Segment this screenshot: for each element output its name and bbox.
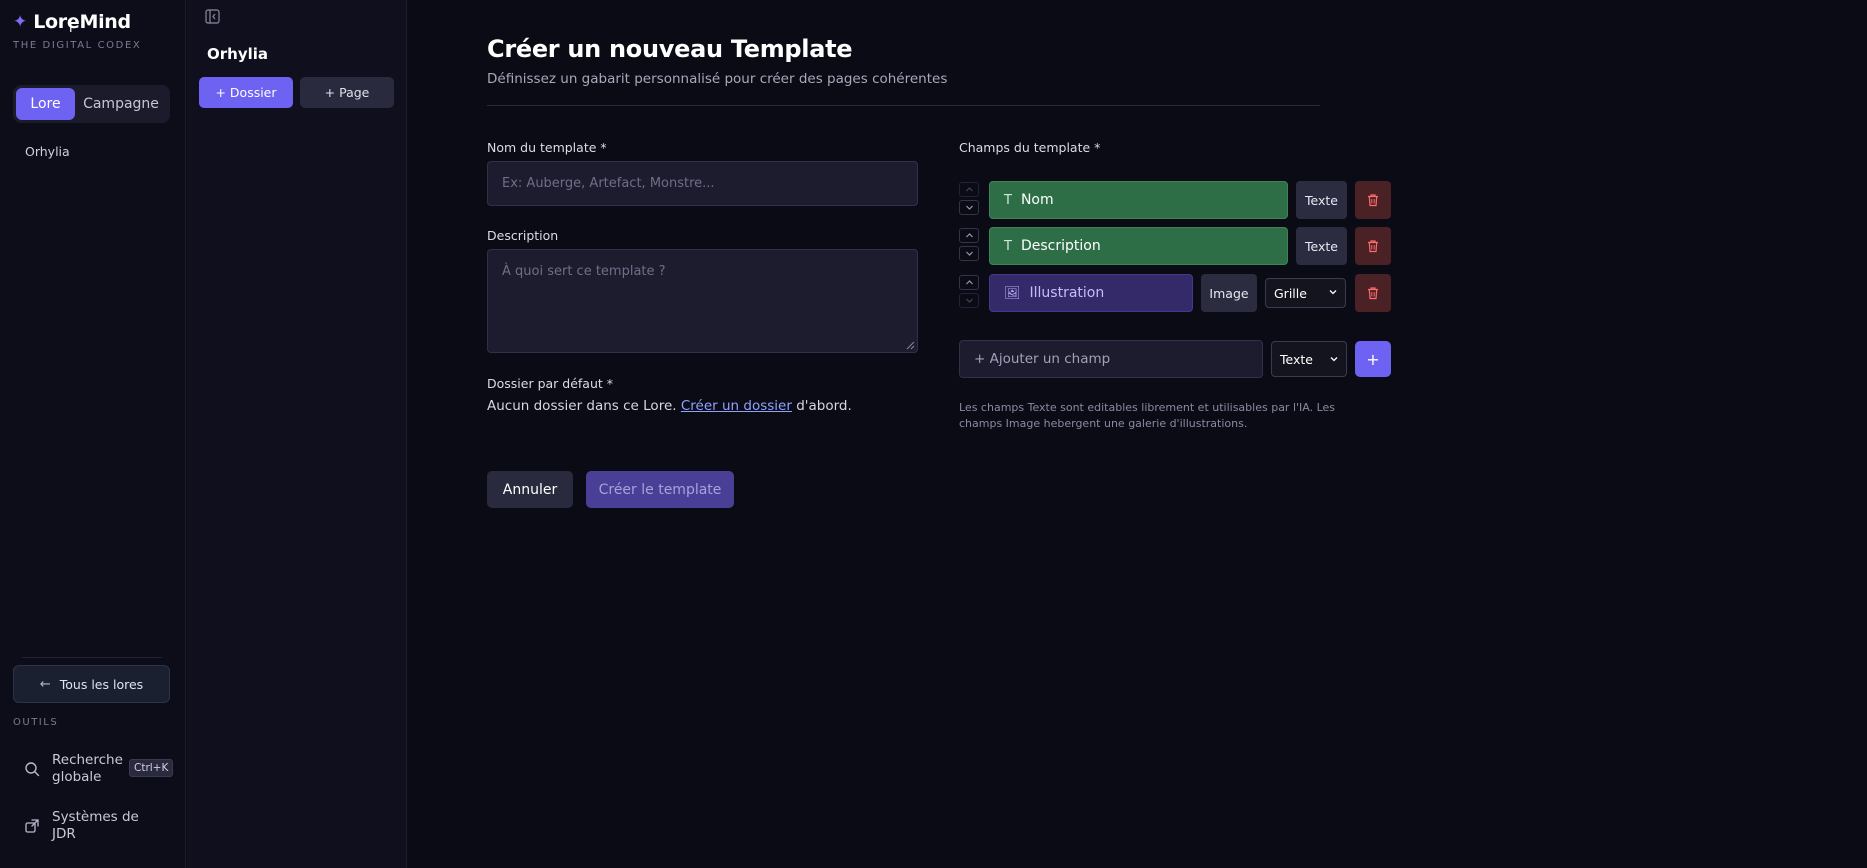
add-field-type-select[interactable]: Texte xyxy=(1271,341,1347,377)
field-illustration[interactable]: 🖼 Illustration xyxy=(989,274,1193,312)
search-icon xyxy=(25,762,40,777)
sparkle-icon: ✦ xyxy=(13,11,28,32)
all-lores-label: Tous les lores xyxy=(59,676,144,692)
app-tagline: THE DIGITAL CODEX xyxy=(13,40,142,51)
app-sidebar: ✦ LoreMind THE DIGITAL CODEX Lore Campag… xyxy=(0,0,186,868)
page-title: Créer un nouveau Template xyxy=(487,35,853,63)
global-search-label: Recherche globale xyxy=(52,752,123,786)
chevron-down-icon xyxy=(965,298,973,303)
chevron-down-icon xyxy=(1330,357,1338,362)
image-layout-value: Grille xyxy=(1274,285,1307,301)
no-folder-text: Aucun dossier dans ce Lore. xyxy=(487,398,677,414)
field-reorder-controls xyxy=(959,228,979,264)
mode-switch: Lore Campagne xyxy=(13,85,170,123)
move-down-button[interactable] xyxy=(959,200,979,215)
create-folder-link[interactable]: Créer un dossier xyxy=(681,398,792,414)
field-nom-type-button[interactable]: Texte xyxy=(1296,181,1347,219)
tab-lore[interactable]: Lore xyxy=(16,88,75,120)
template-name-placeholder: Ex: Auberge, Artefact, Monstre... xyxy=(502,176,715,191)
chevron-up-icon xyxy=(965,233,973,238)
move-up-button[interactable] xyxy=(959,228,979,243)
no-folder-message: Aucun dossier dans ce Lore. Créer un dos… xyxy=(487,398,852,414)
text-cursor-icon: I xyxy=(69,21,73,35)
template-name-label: Nom du template * xyxy=(487,140,607,155)
no-folder-text-after: d'abord. xyxy=(796,398,852,414)
global-search-label-line2: globale xyxy=(52,769,102,785)
text-t-icon: T xyxy=(1004,238,1012,254)
template-fields-label: Champs du template * xyxy=(959,140,1101,155)
global-search-item[interactable]: Recherche globale xyxy=(24,752,123,786)
description-placeholder: À quoi sert ce template ? xyxy=(502,264,666,279)
delete-field-illustration-button[interactable] xyxy=(1355,274,1391,312)
rpg-systems-label-line2: JDR xyxy=(52,826,76,842)
rpg-systems-label-line1: Systèmes de xyxy=(52,809,139,825)
chevron-up-icon xyxy=(965,187,973,192)
move-down-button[interactable] xyxy=(959,293,979,308)
description-textarea[interactable]: À quoi sert ce template ? xyxy=(487,249,918,353)
field-description-label: Description xyxy=(1020,238,1101,254)
field-illustration-type-button[interactable]: Image xyxy=(1201,274,1257,312)
rpg-systems-item[interactable]: Systèmes de JDR xyxy=(24,809,139,843)
chevron-down-icon xyxy=(965,205,973,210)
chevron-down-icon xyxy=(1329,290,1337,295)
global-search-label-line1: Recherche xyxy=(52,752,123,768)
image-icon: 🖼 xyxy=(1004,285,1021,301)
panel-title: Orhylia xyxy=(207,45,269,63)
tab-campagne[interactable]: Campagne xyxy=(75,88,167,120)
delete-field-nom-button[interactable] xyxy=(1355,181,1391,219)
create-template-button[interactable]: Créer le template xyxy=(586,471,734,508)
move-up-button[interactable] xyxy=(959,182,979,197)
page-subtitle: Définissez un gabarit personnalisé pour … xyxy=(487,71,948,87)
add-field-type-value: Texte xyxy=(1280,351,1313,367)
app-name: LoreMind xyxy=(33,11,131,33)
add-page-button[interactable]: + Page xyxy=(300,77,394,108)
lore-panel: Orhylia + Dossier + Page xyxy=(187,0,407,868)
trash-icon xyxy=(1368,240,1378,253)
add-field-button[interactable]: + xyxy=(1355,341,1391,377)
header-divider xyxy=(487,105,1320,106)
move-down-button[interactable] xyxy=(959,246,979,261)
tools-section-label: OUTILS xyxy=(13,717,59,728)
field-reorder-controls xyxy=(959,275,979,311)
rpg-systems-label: Systèmes de JDR xyxy=(52,809,139,843)
text-t-icon: T xyxy=(1004,192,1012,208)
description-label: Description xyxy=(487,228,559,243)
field-nom-label: Nom xyxy=(1020,192,1054,208)
external-link-icon xyxy=(25,819,39,833)
arrow-left-icon: ← xyxy=(39,676,51,692)
main-content: Créer un nouveau Template Définissez un … xyxy=(408,0,1867,868)
sidebar-divider xyxy=(22,657,162,658)
trash-icon xyxy=(1368,287,1378,300)
default-folder-label: Dossier par défaut * xyxy=(487,376,614,391)
cancel-button[interactable]: Annuler xyxy=(487,471,573,508)
add-field-input[interactable]: + Ajouter un champ xyxy=(959,340,1263,378)
field-description-type-button[interactable]: Texte xyxy=(1296,227,1347,265)
all-lores-button[interactable]: ← Tous les lores xyxy=(13,665,170,703)
field-illustration-label: Illustration xyxy=(1029,285,1105,301)
add-folder-button[interactable]: + Dossier xyxy=(199,77,293,108)
chevron-up-icon xyxy=(965,280,973,285)
delete-field-description-button[interactable] xyxy=(1355,227,1391,265)
template-name-input[interactable]: Ex: Auberge, Artefact, Monstre... xyxy=(487,161,918,206)
lore-item-orhylia[interactable]: Orhylia xyxy=(25,144,70,159)
add-field-placeholder: + Ajouter un champ xyxy=(974,351,1111,367)
chevron-down-icon xyxy=(965,251,973,256)
collapse-panel-icon[interactable] xyxy=(205,9,220,24)
resize-handle-icon[interactable] xyxy=(905,340,915,350)
shortcut-badge: Ctrl+K xyxy=(129,759,174,777)
move-up-button[interactable] xyxy=(959,275,979,290)
trash-icon xyxy=(1368,194,1378,207)
field-description[interactable]: T Description xyxy=(989,227,1288,265)
fields-help-text: Les champs Texte sont editables libremen… xyxy=(959,401,1336,430)
image-layout-select[interactable]: Grille xyxy=(1265,278,1346,308)
field-nom[interactable]: T Nom xyxy=(989,181,1288,219)
field-reorder-controls xyxy=(959,182,979,218)
